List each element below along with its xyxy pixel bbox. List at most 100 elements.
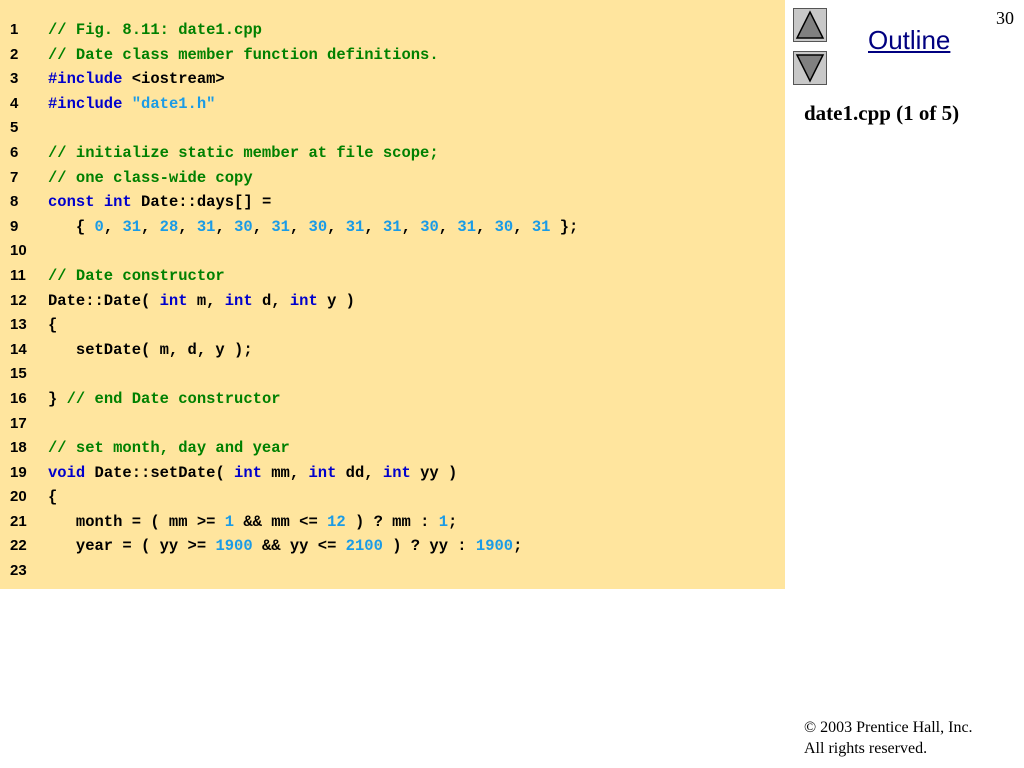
code-text: #include <iostream> bbox=[48, 67, 225, 92]
code-text: { bbox=[48, 485, 57, 510]
line-number: 6 bbox=[10, 143, 19, 161]
code-token-plain: setDate( m, d, y ); bbox=[48, 340, 253, 359]
code-line: 23 bbox=[0, 559, 785, 584]
code-line: 9 { 0, 31, 28, 31, 30, 31, 30, 31, 31, 3… bbox=[0, 215, 785, 240]
code-token-number: 28 bbox=[159, 217, 179, 236]
code-token-plain: Date::days[] = bbox=[131, 193, 272, 212]
code-line: 19 void Date::setDate( int mm, int dd, in… bbox=[0, 461, 785, 486]
code-token-plain: , bbox=[103, 217, 123, 236]
line-number: 20 bbox=[10, 488, 27, 506]
line-number: 5 bbox=[10, 119, 19, 137]
code-token-number: 31 bbox=[345, 217, 365, 236]
code-token-plain: } bbox=[48, 389, 67, 408]
code-line: 13 { bbox=[0, 313, 785, 338]
code-token-plain: <iostream> bbox=[122, 70, 225, 89]
code-token-comment: // set month, day and year bbox=[48, 439, 290, 458]
code-token-plain: ; bbox=[513, 537, 523, 556]
triangle-up-icon[interactable] bbox=[793, 8, 827, 42]
code-line: 16} // end Date constructor bbox=[0, 387, 785, 412]
line-number: 12 bbox=[10, 291, 27, 309]
code-token-comment: // one class-wide copy bbox=[48, 168, 253, 187]
code-token-number: 30 bbox=[308, 217, 328, 236]
code-token-number: 1 bbox=[224, 512, 235, 531]
code-token-plain: Date::Date( bbox=[48, 291, 160, 310]
code-listing-panel: 1 // Fig. 8.11: date1.cpp 2 // Date class m… bbox=[0, 0, 785, 589]
code-token-number: 31 bbox=[457, 217, 477, 236]
code-token-plain: , bbox=[364, 217, 383, 236]
code-line: 17 bbox=[0, 412, 785, 437]
line-number: 10 bbox=[10, 242, 27, 260]
up-arrow-glyph bbox=[795, 10, 825, 39]
code-text: // one class-wide copy bbox=[48, 166, 253, 191]
code-line: 6 // initialize static member at file sco… bbox=[0, 141, 785, 166]
code-text: void Date::setDate( int mm, int dd, int … bbox=[48, 461, 457, 486]
line-number: 8 bbox=[10, 193, 19, 211]
code-line: 8 const int Date::days[] = bbox=[0, 190, 785, 215]
code-line: 20 { bbox=[0, 485, 785, 510]
code-token-plain: }; bbox=[550, 217, 579, 236]
code-token-plain: && mm <= bbox=[234, 512, 328, 531]
code-token-plain: { bbox=[48, 488, 58, 507]
line-number: 3 bbox=[10, 70, 19, 88]
code-token-plain: m, bbox=[187, 291, 225, 310]
copyright-line-1: © 2003 Prentice Hall, Inc. bbox=[804, 719, 973, 736]
line-number: 22 bbox=[10, 537, 27, 555]
code-token-keyword: #include bbox=[48, 94, 123, 113]
code-token-plain: , bbox=[513, 217, 532, 236]
line-number: 18 bbox=[10, 439, 27, 457]
line-number: 19 bbox=[10, 463, 27, 481]
code-token-plain: ) ? mm : bbox=[345, 512, 439, 531]
code-text: // Fig. 8.11: date1.cpp bbox=[48, 18, 262, 43]
line-number: 9 bbox=[10, 217, 19, 235]
code-text: const int Date::days[] = bbox=[48, 190, 271, 215]
code-token-plain: month = ( mm >= bbox=[48, 512, 225, 531]
code-token-plain: { bbox=[48, 316, 58, 335]
code-text: year = ( yy >= 1900 && yy <= 2100 ) ? yy… bbox=[48, 534, 523, 559]
code-line: 11 // Date constructor bbox=[0, 264, 785, 289]
code-text: { bbox=[48, 313, 57, 338]
code-token-plain: , bbox=[215, 217, 235, 236]
code-token-keyword: int bbox=[159, 291, 188, 310]
code-line: 2 // Date class member function definitio… bbox=[0, 43, 785, 68]
code-token-number: 2100 bbox=[345, 537, 383, 556]
code-line: 18 // set month, day and year bbox=[0, 436, 785, 461]
triangle-down-icon[interactable] bbox=[793, 51, 827, 85]
code-text: // set month, day and year bbox=[48, 436, 290, 461]
code-token-keyword: int bbox=[289, 291, 318, 310]
line-number: 15 bbox=[10, 365, 27, 383]
code-line: 14 setDate( m, d, y ); bbox=[0, 338, 785, 363]
code-text: #include "date1.h" bbox=[48, 92, 215, 117]
code-token-number: 31 bbox=[382, 217, 402, 236]
code-token-plain: mm, bbox=[261, 463, 309, 482]
slide: 1 // Fig. 8.11: date1.cpp 2 // Date class m… bbox=[0, 0, 1024, 768]
code-line: 12 Date::Date( int m, int d, int y ) bbox=[0, 289, 785, 314]
code-listing: 1 // Fig. 8.11: date1.cpp 2 // Date class m… bbox=[0, 18, 785, 584]
code-token-comment: // initialize static member at file scop… bbox=[48, 143, 439, 162]
line-number: 23 bbox=[10, 562, 27, 580]
code-token-comment: // Date class member function definition… bbox=[48, 45, 439, 64]
code-text: month = ( mm >= 1 && mm <= 12 ) ? mm : 1… bbox=[48, 510, 457, 535]
code-token-keyword: const bbox=[48, 193, 95, 212]
code-token-plain: Date::setDate( bbox=[85, 463, 235, 482]
code-line: 7 // one class-wide copy bbox=[0, 166, 785, 191]
code-line: 4 #include "date1.h" bbox=[0, 92, 785, 117]
code-token-plain: d, bbox=[252, 291, 290, 310]
code-token-string: "date1.h" bbox=[131, 94, 216, 113]
code-token-comment: // end Date constructor bbox=[66, 389, 281, 408]
code-token-number: 12 bbox=[327, 512, 346, 531]
code-token-number: 30 bbox=[420, 217, 439, 236]
code-token-plain: , bbox=[178, 217, 197, 236]
code-text: // Date class member function definition… bbox=[48, 43, 439, 68]
line-number: 17 bbox=[10, 414, 27, 432]
code-token-number: 31 bbox=[122, 217, 142, 236]
page-number: 30 bbox=[996, 8, 1014, 28]
code-token-number: 0 bbox=[94, 217, 104, 236]
copyright-line-2: All rights reserved. bbox=[804, 740, 928, 757]
code-text: // initialize static member at file scop… bbox=[48, 141, 439, 166]
outline-link[interactable]: Outline bbox=[868, 25, 950, 56]
code-token-plain: , bbox=[252, 217, 272, 236]
code-line: 22 year = ( yy >= 1900 && yy <= 2100 ) ?… bbox=[0, 534, 785, 559]
code-token-plain: , bbox=[141, 217, 160, 236]
